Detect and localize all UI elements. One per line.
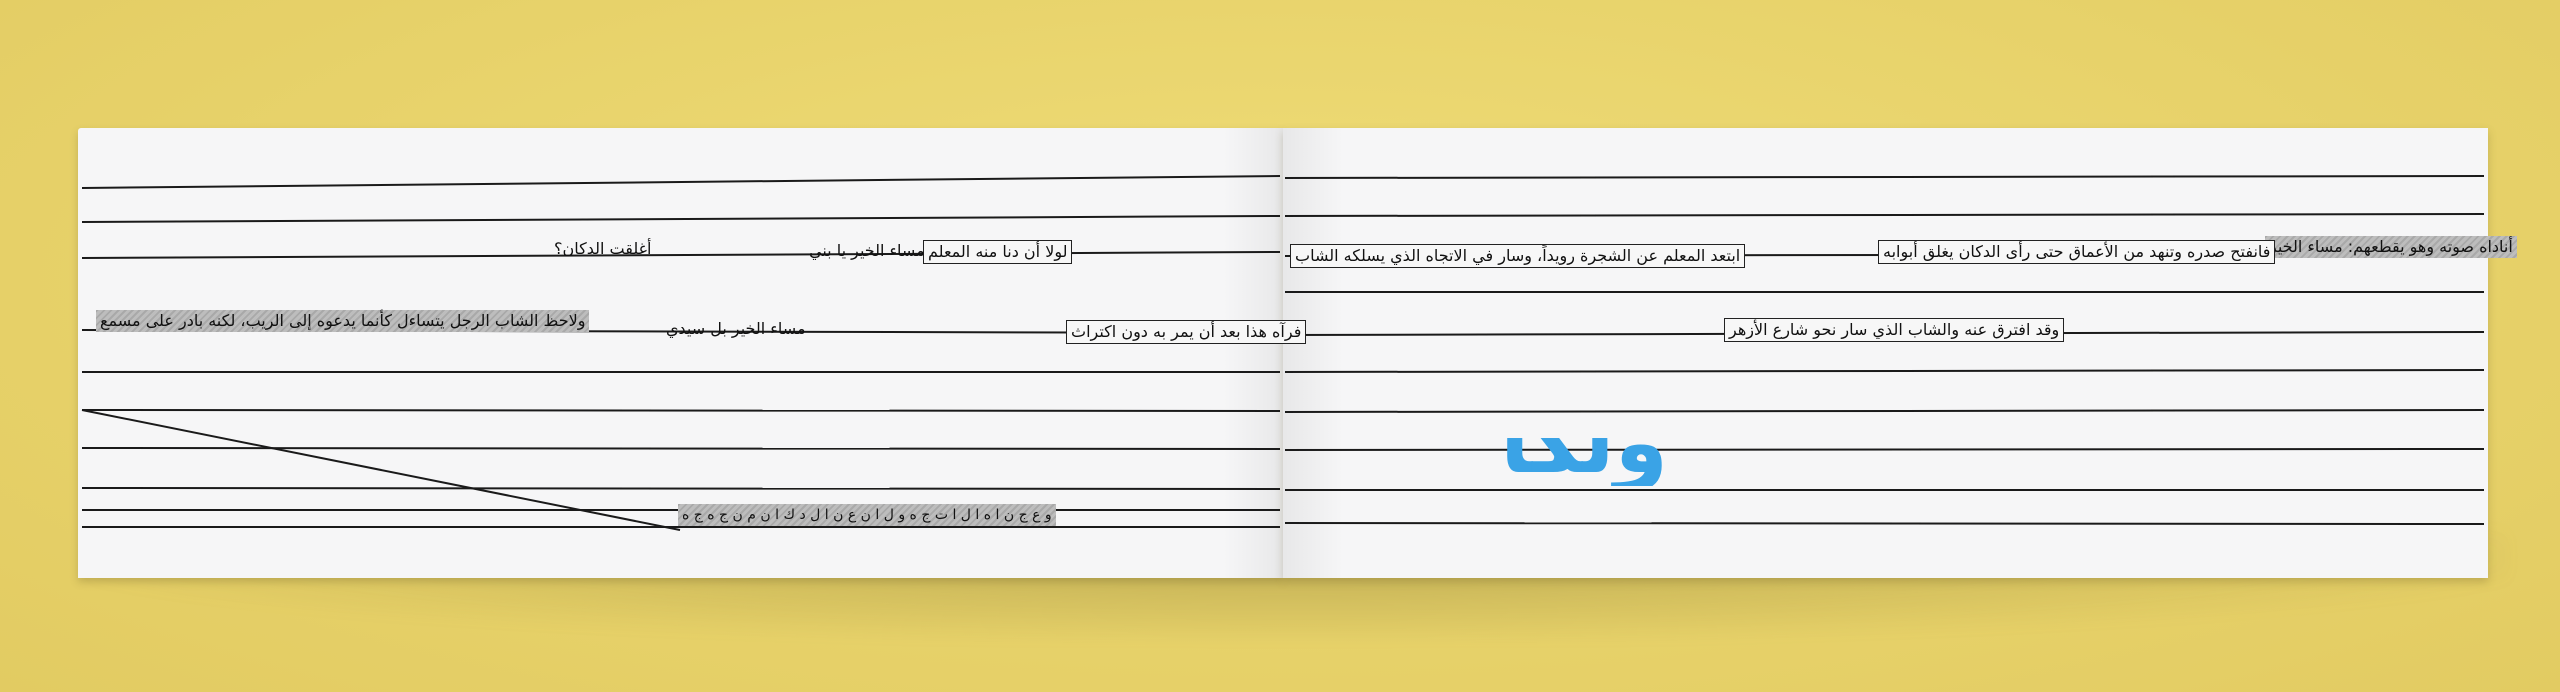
ruled-line <box>1284 175 2485 179</box>
ruled-line <box>1284 213 2485 217</box>
ruled-line <box>1284 409 2485 413</box>
phrase-shaded-spaced: و ع ج ن ا ه ا ل ا ت ج ه و ل ا ن ع ن ا ل … <box>678 504 1056 526</box>
ruled-lines <box>81 175 2485 531</box>
diagonal-line <box>81 409 681 531</box>
ruled-line <box>1284 522 2485 525</box>
phrase-shaded: ولاحظ الشاب الرجل يتساءل كأنما يدعوه إلى… <box>96 310 590 332</box>
phrase-plain: مساء الخير بل سيدي <box>666 319 806 338</box>
phrase-boxed: لولا أن دنا منه المعلم <box>923 240 1073 264</box>
ruled-line <box>81 215 1281 223</box>
phrase-shaded: أناداه صوته وهو يقطعهم: مساء الخير <box>2265 236 2517 258</box>
phrase-boxed: ابتعد المعلم عن الشجرة رويداً، وسار في ا… <box>1290 244 1746 268</box>
ruled-line <box>81 487 1281 490</box>
ruled-line <box>81 175 1281 189</box>
ruled-line <box>81 251 1281 259</box>
ruled-line <box>81 409 1281 412</box>
ruled-line <box>1284 369 2485 373</box>
ruled-line <box>81 447 1281 450</box>
phrase-boxed: وقد افترق عنه والشاب الذي سار نحو شارع ا… <box>1724 318 2065 342</box>
ruled-line <box>1284 448 2485 451</box>
phrase-plain: مساء الخير يا بني <box>809 241 925 260</box>
phrase-boxed: فانفتح صدره وتنهد من الأعماق حتى رأى الد… <box>1878 240 2276 264</box>
phrase-boxed: فرآه هذا بعد أن يمر به دون اكتراث <box>1066 320 1307 344</box>
blue-word: ولكا <box>1500 438 1668 486</box>
phrase-plain: أغلقت الدكان؟ <box>554 239 652 258</box>
